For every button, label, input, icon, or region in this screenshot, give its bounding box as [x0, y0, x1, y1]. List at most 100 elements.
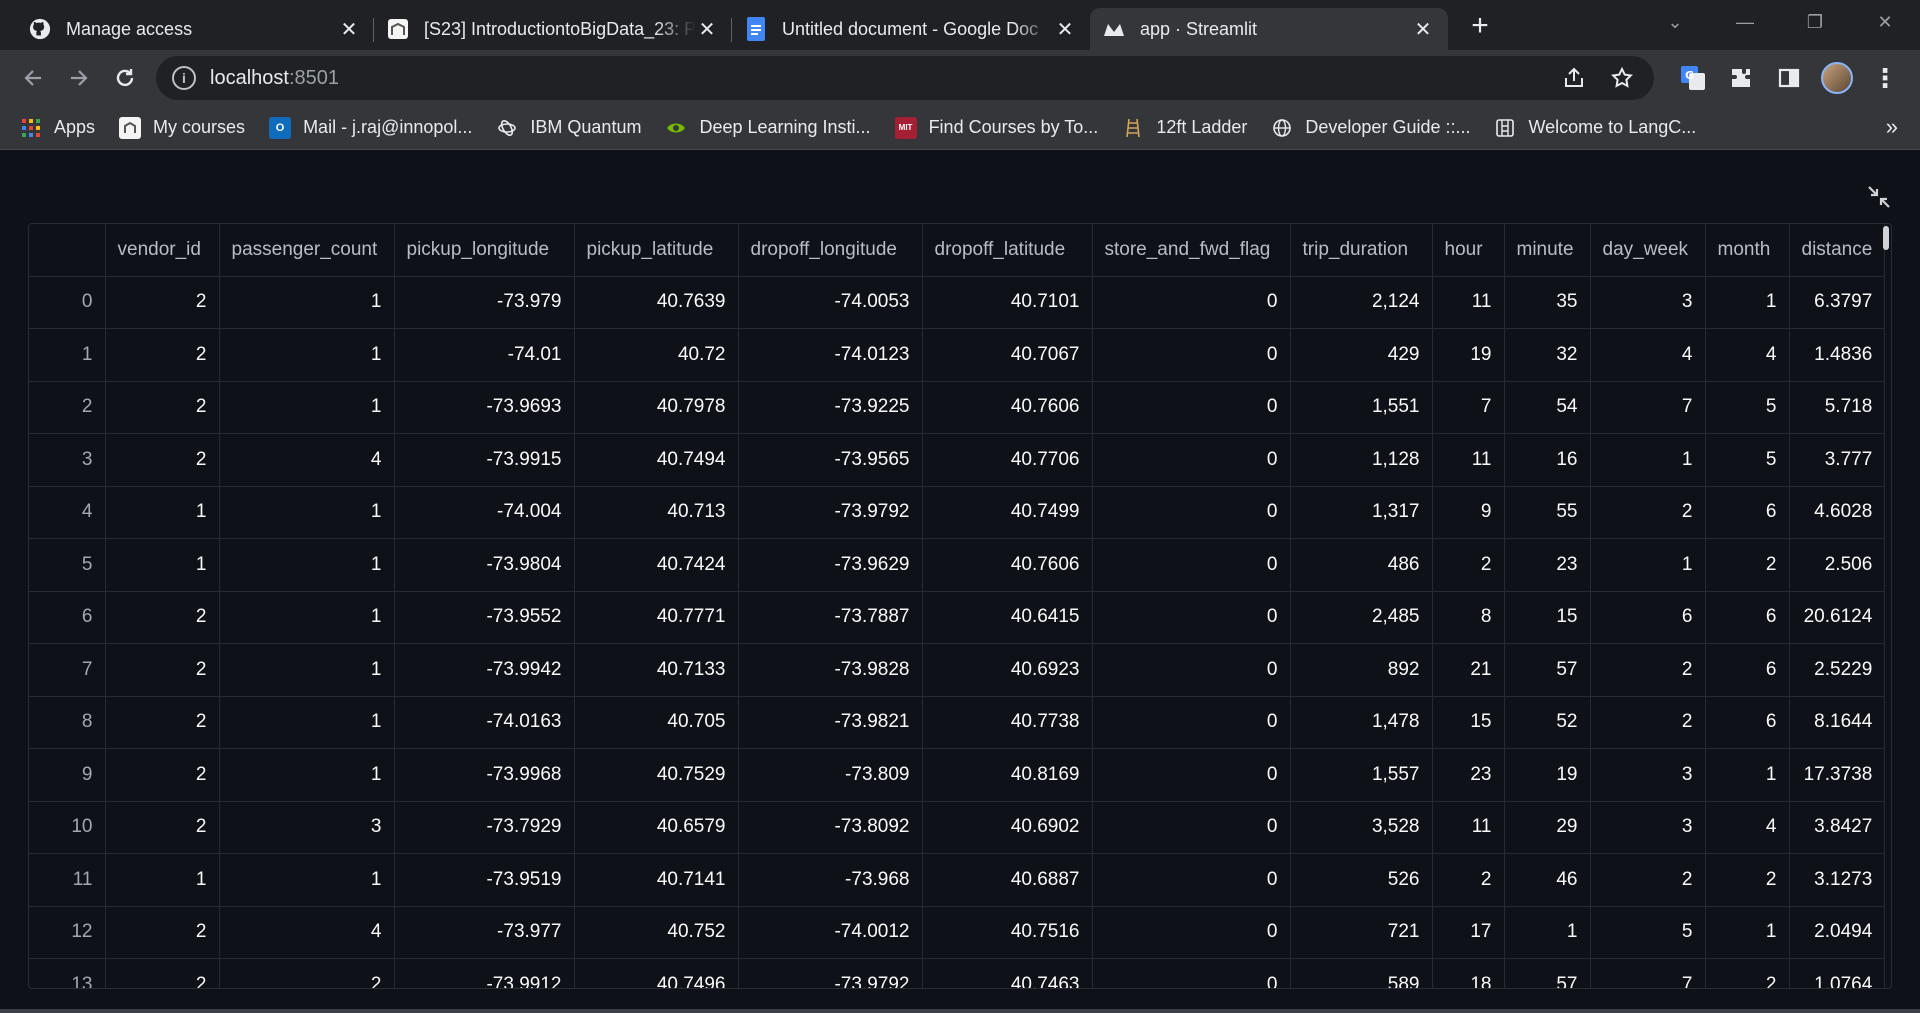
- table-cell[interactable]: 1,551: [1290, 381, 1433, 434]
- table-cell[interactable]: -73.7929: [394, 801, 575, 854]
- table-cell[interactable]: -73.9693: [394, 381, 575, 434]
- table-cell[interactable]: -73.9828: [738, 643, 923, 697]
- table-cell[interactable]: 55: [1504, 486, 1591, 539]
- extensions-puzzle-icon[interactable]: [1718, 55, 1764, 101]
- row-index[interactable]: 8: [29, 696, 106, 749]
- table-cell[interactable]: 40.7496: [574, 958, 739, 988]
- bookmark-star-icon[interactable]: [1604, 60, 1640, 96]
- table-cell[interactable]: 2,485: [1290, 591, 1433, 644]
- row-index[interactable]: 12: [29, 906, 106, 959]
- more-bookmarks-icon[interactable]: »: [1886, 114, 1898, 140]
- table-cell[interactable]: 40.72: [574, 328, 739, 382]
- table-cell[interactable]: 2: [1705, 538, 1790, 592]
- table-cell[interactable]: -73.9942: [394, 643, 575, 697]
- back-arrow-icon[interactable]: [10, 55, 56, 101]
- table-cell[interactable]: 32: [1504, 328, 1591, 382]
- table-cell[interactable]: 1: [219, 328, 395, 382]
- table-cell[interactable]: 589: [1290, 958, 1433, 988]
- table-cell[interactable]: 57: [1504, 958, 1591, 988]
- table-cell[interactable]: 40.7738: [922, 696, 1093, 749]
- row-index[interactable]: 10: [29, 801, 106, 854]
- table-cell[interactable]: -73.7887: [738, 591, 923, 644]
- table-cell[interactable]: 6: [1705, 591, 1790, 644]
- table-cell[interactable]: 40.6902: [922, 801, 1093, 854]
- table-cell[interactable]: 40.7529: [574, 748, 739, 802]
- row-index[interactable]: 2: [29, 381, 106, 434]
- table-cell[interactable]: 1,317: [1290, 486, 1433, 539]
- tab-big-data[interactable]: [S23] IntroductiontoBigData_23: P ✕: [373, 8, 732, 50]
- table-cell[interactable]: 40.7771: [574, 591, 739, 644]
- table-cell[interactable]: -73.9519: [394, 853, 575, 907]
- column-header[interactable]: vendor_id: [105, 224, 220, 277]
- table-cell[interactable]: 1,128: [1290, 433, 1433, 487]
- table-cell[interactable]: 16: [1504, 433, 1591, 487]
- table-cell[interactable]: 11: [1432, 433, 1505, 487]
- table-cell[interactable]: 2: [105, 643, 220, 697]
- table-cell[interactable]: 3.1273: [1789, 853, 1886, 907]
- table-cell[interactable]: 2: [105, 276, 220, 329]
- table-cell[interactable]: 7: [1590, 958, 1706, 988]
- exit-fullscreen-icon[interactable]: [1866, 184, 1892, 210]
- table-cell[interactable]: -73.809: [738, 748, 923, 802]
- table-cell[interactable]: 0: [1092, 486, 1291, 539]
- table-cell[interactable]: 40.6579: [574, 801, 739, 854]
- row-index[interactable]: 6: [29, 591, 106, 644]
- table-cell[interactable]: 1: [219, 276, 395, 329]
- column-header[interactable]: store_and_fwd_flag: [1092, 224, 1291, 277]
- table-cell[interactable]: 2: [1590, 643, 1706, 697]
- column-header[interactable]: pickup_latitude: [574, 224, 739, 277]
- table-cell[interactable]: 0: [1092, 801, 1291, 854]
- table-cell[interactable]: 0: [1092, 328, 1291, 382]
- bookmark-mail[interactable]: O Mail - j.raj@innopol...: [269, 116, 472, 139]
- table-cell[interactable]: 2.0494: [1789, 906, 1886, 959]
- table-cell[interactable]: 17.3738: [1789, 748, 1886, 802]
- table-cell[interactable]: 21: [1432, 643, 1505, 697]
- table-cell[interactable]: 40.7141: [574, 853, 739, 907]
- table-cell[interactable]: 40.713: [574, 486, 739, 539]
- table-cell[interactable]: -73.968: [738, 853, 923, 907]
- table-cell[interactable]: -73.8092: [738, 801, 923, 854]
- close-icon[interactable]: ✕: [696, 18, 718, 41]
- table-cell[interactable]: 6: [1705, 486, 1790, 539]
- table-cell[interactable]: 40.752: [574, 906, 739, 959]
- bookmark-deep-learning-institute[interactable]: Deep Learning Insti...: [665, 117, 871, 139]
- table-cell[interactable]: -74.0163: [394, 696, 575, 749]
- table-cell[interactable]: 23: [1504, 538, 1591, 592]
- table-cell[interactable]: 4: [1705, 328, 1790, 382]
- table-cell[interactable]: 4: [219, 433, 395, 487]
- vertical-scrollbar[interactable]: [1882, 224, 1890, 988]
- table-cell[interactable]: 4: [1705, 801, 1790, 854]
- tab-streamlit-app[interactable]: app · Streamlit ✕: [1090, 8, 1448, 50]
- table-cell[interactable]: -73.9629: [738, 538, 923, 592]
- table-cell[interactable]: 2: [105, 696, 220, 749]
- table-cell[interactable]: -73.9552: [394, 591, 575, 644]
- close-icon[interactable]: ✕: [1412, 18, 1434, 41]
- row-index[interactable]: 7: [29, 643, 106, 697]
- table-cell[interactable]: 0: [1092, 538, 1291, 592]
- bookmark-ibm-quantum[interactable]: IBM Quantum: [496, 117, 641, 139]
- table-cell[interactable]: 5: [1590, 906, 1706, 959]
- table-cell[interactable]: 2: [1590, 486, 1706, 539]
- row-index[interactable]: 5: [29, 538, 106, 592]
- table-cell[interactable]: 40.7978: [574, 381, 739, 434]
- table-cell[interactable]: 19: [1504, 748, 1591, 802]
- reload-icon[interactable]: [102, 55, 148, 101]
- table-cell[interactable]: 2: [105, 381, 220, 434]
- forward-arrow-icon[interactable]: [56, 55, 102, 101]
- table-cell[interactable]: 11: [1432, 276, 1505, 329]
- table-cell[interactable]: 40.8169: [922, 748, 1093, 802]
- table-cell[interactable]: 20.6124: [1789, 591, 1886, 644]
- table-cell[interactable]: 0: [1092, 433, 1291, 487]
- table-cell[interactable]: 1: [219, 748, 395, 802]
- profile-avatar[interactable]: [1814, 55, 1860, 101]
- tab-manage-access[interactable]: Manage access ✕: [16, 8, 374, 50]
- table-cell[interactable]: 1: [1705, 906, 1790, 959]
- row-index[interactable]: 1: [29, 328, 106, 382]
- table-cell[interactable]: -73.977: [394, 906, 575, 959]
- table-cell[interactable]: 40.7639: [574, 276, 739, 329]
- table-cell[interactable]: 40.6415: [922, 591, 1093, 644]
- table-cell[interactable]: 0: [1092, 748, 1291, 802]
- table-cell[interactable]: 2.506: [1789, 538, 1886, 592]
- table-cell[interactable]: 1: [219, 486, 395, 539]
- table-cell[interactable]: 1: [1705, 276, 1790, 329]
